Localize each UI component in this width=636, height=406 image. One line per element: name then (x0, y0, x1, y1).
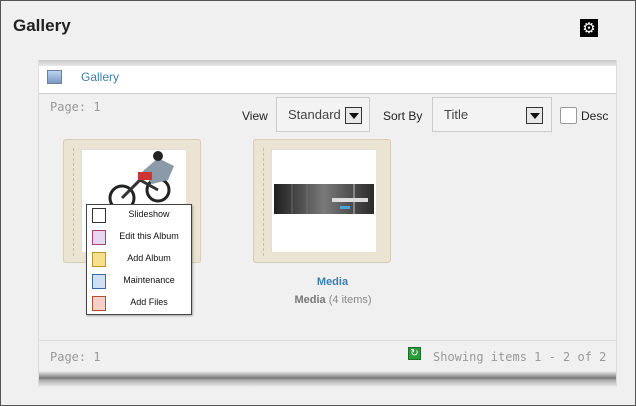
album-thumbnail[interactable] (271, 149, 376, 252)
album-context-menu: Slideshow Edit this Album Add Album Main… (86, 204, 192, 315)
add-files-icon (92, 296, 106, 311)
edit-album-icon (92, 230, 106, 245)
page-indicator-bottom: Page: 1 (50, 350, 101, 364)
album-item-count: (4 items) (328, 294, 372, 306)
module-title: Gallery (13, 16, 71, 35)
gallery-panel: Gallery Page: 1 View Standard Sort By Ti… (38, 60, 617, 387)
menu-item-edit-album[interactable]: Edit this Album (87, 227, 191, 249)
sort-by-label: Sort By (383, 109, 423, 123)
album-card[interactable] (253, 139, 391, 263)
view-select-value: Standard (288, 107, 341, 122)
slideshow-icon (92, 208, 106, 223)
album-meta: Media (4 items) (278, 294, 388, 306)
desc-checkbox[interactable] (560, 107, 577, 124)
add-album-icon (92, 252, 106, 267)
breadcrumb: Gallery (39, 66, 616, 94)
gallery-breadcrumb-link[interactable]: Gallery (81, 70, 119, 84)
sort-select[interactable]: Title (432, 97, 552, 132)
album-spine (257, 148, 264, 256)
menu-item-add-album[interactable]: Add Album (87, 249, 191, 271)
album-title-link[interactable]: Media (290, 276, 375, 288)
sort-select-value: Title (444, 107, 469, 122)
gallery-module: Gallery ⚙ Gallery Page: 1 View Standard … (0, 0, 636, 406)
items-count-status: Showing items 1 - 2 of 2 (433, 350, 607, 364)
forest-banner-image (272, 150, 376, 252)
menu-item-slideshow[interactable]: Slideshow (87, 205, 191, 227)
view-select[interactable]: Standard (276, 97, 370, 132)
chevron-down-icon[interactable] (345, 107, 362, 124)
maintenance-icon (92, 274, 106, 289)
gear-icon[interactable]: ⚙ (580, 19, 598, 37)
page-indicator-top: Page: 1 (50, 100, 101, 114)
desc-label: Desc (581, 109, 609, 123)
menu-item-label: Maintenance (123, 275, 175, 285)
menu-item-label: Add Album (127, 253, 171, 263)
album-name: Media (294, 294, 326, 306)
view-label: View (242, 109, 268, 123)
menu-item-label: Add Files (130, 297, 168, 307)
panel-bottom-border (39, 371, 616, 387)
chevron-down-icon[interactable] (526, 107, 543, 124)
album-spine (67, 148, 74, 256)
menu-item-maintenance[interactable]: Maintenance (87, 271, 191, 293)
gallery-image-icon (47, 70, 62, 84)
refresh-icon[interactable]: ↻ (408, 347, 421, 360)
menu-item-label: Edit this Album (119, 231, 179, 241)
menu-item-add-files[interactable]: Add Files (87, 293, 191, 315)
menu-item-label: Slideshow (128, 209, 170, 219)
